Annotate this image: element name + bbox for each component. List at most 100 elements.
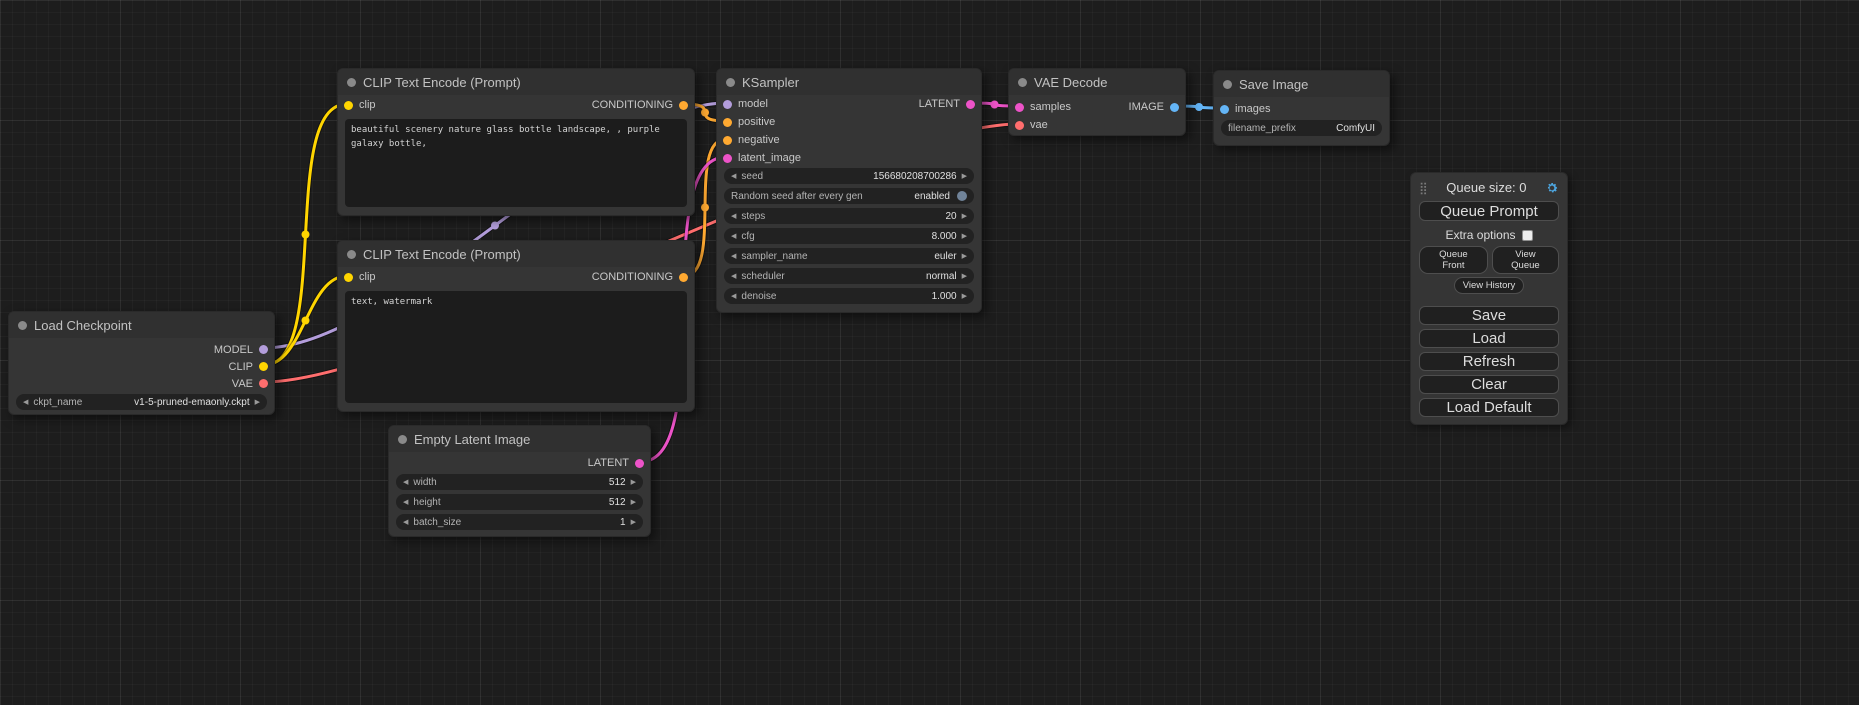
collapse-dot-icon[interactable] xyxy=(726,78,735,87)
decrement-arrow-icon[interactable]: ◀ xyxy=(23,399,28,406)
collapse-dot-icon[interactable] xyxy=(1018,78,1027,87)
collapse-dot-icon[interactable] xyxy=(398,435,407,444)
increment-arrow-icon[interactable]: ▶ xyxy=(962,273,967,280)
decrement-arrow-icon[interactable]: ◀ xyxy=(403,519,408,526)
output-slot-image[interactable] xyxy=(1170,103,1179,112)
node-clip-text-encode-negative[interactable]: CLIP Text Encode (Prompt) clip CONDITION… xyxy=(337,240,695,412)
widget-width[interactable]: ◀ width 512 ▶ xyxy=(396,474,643,490)
input-slot-model[interactable] xyxy=(723,100,732,109)
view-history-button[interactable]: View History xyxy=(1454,277,1525,294)
queue-prompt-button[interactable]: Queue Prompt xyxy=(1419,201,1559,221)
node-header[interactable]: KSampler xyxy=(717,69,981,95)
increment-arrow-icon[interactable]: ▶ xyxy=(962,233,967,240)
decrement-arrow-icon[interactable]: ◀ xyxy=(731,173,736,180)
widget-name: denoise xyxy=(741,291,776,302)
node-header[interactable]: CLIP Text Encode (Prompt) xyxy=(338,241,694,267)
output-label-clip: CLIP xyxy=(229,361,253,373)
input-slot-positive[interactable] xyxy=(723,118,732,127)
increment-arrow-icon[interactable]: ▶ xyxy=(962,173,967,180)
increment-arrow-icon[interactable]: ▶ xyxy=(631,499,636,506)
node-ksampler[interactable]: KSampler model LATENT positive xyxy=(716,68,982,313)
decrement-arrow-icon[interactable]: ◀ xyxy=(731,293,736,300)
positive-prompt-textarea[interactable]: beautiful scenery nature glass bottle la… xyxy=(345,119,687,207)
node-vae-decode[interactable]: VAE Decode samples IMAGE vae xyxy=(1008,68,1186,136)
increment-arrow-icon[interactable]: ▶ xyxy=(631,479,636,486)
drag-handle-icon[interactable]: ⣿ xyxy=(1419,181,1428,195)
decrement-arrow-icon[interactable]: ◀ xyxy=(731,213,736,220)
input-slot-clip[interactable] xyxy=(344,101,353,110)
refresh-button[interactable]: Refresh xyxy=(1419,352,1559,371)
node-title: VAE Decode xyxy=(1034,75,1107,90)
decrement-arrow-icon[interactable]: ◀ xyxy=(731,273,736,280)
widget-batch-size[interactable]: ◀ batch_size 1 ▶ xyxy=(396,514,643,530)
decrement-arrow-icon[interactable]: ◀ xyxy=(403,479,408,486)
decrement-arrow-icon[interactable]: ◀ xyxy=(731,233,736,240)
node-load-checkpoint[interactable]: Load Checkpoint MODEL CLIP VAE xyxy=(8,311,275,415)
widget-height[interactable]: ◀ height 512 ▶ xyxy=(396,494,643,510)
node-empty-latent-image[interactable]: Empty Latent Image LATENT ◀ width 512 ▶ … xyxy=(388,425,651,537)
toggle-dot-icon[interactable] xyxy=(957,191,967,201)
widget-ckpt-name[interactable]: ◀ ckpt_name v1-5-pruned-emaonly.ckpt ▶ xyxy=(16,394,267,410)
input-label-positive: positive xyxy=(738,116,775,128)
settings-gear-icon[interactable] xyxy=(1545,181,1559,195)
increment-arrow-icon[interactable]: ▶ xyxy=(962,213,967,220)
load-default-button[interactable]: Load Default xyxy=(1419,398,1559,417)
load-button[interactable]: Load xyxy=(1419,329,1559,348)
widget-cfg[interactable]: ◀ cfg 8.000 ▶ xyxy=(724,228,974,244)
collapse-dot-icon[interactable] xyxy=(18,321,27,330)
input-slot-images[interactable] xyxy=(1220,105,1229,114)
extra-options-checkbox[interactable] xyxy=(1522,230,1533,241)
input-slot-latent-image[interactable] xyxy=(723,154,732,163)
node-clip-text-encode-positive[interactable]: CLIP Text Encode (Prompt) clip CONDITION… xyxy=(337,68,695,216)
increment-arrow-icon[interactable]: ▶ xyxy=(962,293,967,300)
node-header[interactable]: Empty Latent Image xyxy=(389,426,650,452)
input-slot-vae[interactable] xyxy=(1015,121,1024,130)
node-header[interactable]: CLIP Text Encode (Prompt) xyxy=(338,69,694,95)
widget-name: Random seed after every gen xyxy=(731,191,863,202)
output-slot-model[interactable] xyxy=(259,345,268,354)
node-title: Load Checkpoint xyxy=(34,318,132,333)
node-save-image[interactable]: Save Image images filename_prefix ComfyU… xyxy=(1213,70,1390,146)
collapse-dot-icon[interactable] xyxy=(347,78,356,87)
view-queue-button[interactable]: View Queue xyxy=(1492,246,1559,274)
widget-sampler-name[interactable]: ◀ sampler_name euler ▶ xyxy=(724,248,974,264)
output-slot-clip[interactable] xyxy=(259,362,268,371)
queue-front-button[interactable]: Queue Front xyxy=(1419,246,1488,274)
output-slot-conditioning[interactable] xyxy=(679,273,688,282)
widget-value: normal xyxy=(926,271,957,282)
collapse-dot-icon[interactable] xyxy=(347,250,356,259)
widget-value: 156680208700286 xyxy=(873,171,956,182)
node-header[interactable]: VAE Decode xyxy=(1009,69,1185,95)
negative-prompt-textarea[interactable]: text, watermark xyxy=(345,291,687,403)
input-slot-samples[interactable] xyxy=(1015,103,1024,112)
output-slot-conditioning[interactable] xyxy=(679,101,688,110)
save-button[interactable]: Save xyxy=(1419,306,1559,325)
increment-arrow-icon[interactable]: ▶ xyxy=(631,519,636,526)
node-graph-canvas[interactable]: Load Checkpoint MODEL CLIP VAE xyxy=(0,0,1859,705)
widget-denoise[interactable]: ◀ denoise 1.000 ▶ xyxy=(724,288,974,304)
output-slot-latent[interactable] xyxy=(635,459,644,468)
input-slot-negative[interactable] xyxy=(723,136,732,145)
node-title: CLIP Text Encode (Prompt) xyxy=(363,75,521,90)
widget-scheduler[interactable]: ◀ scheduler normal ▶ xyxy=(724,268,974,284)
clear-button[interactable]: Clear xyxy=(1419,375,1559,394)
widget-seed-control[interactable]: Random seed after every gen enabled xyxy=(724,188,974,204)
output-slot-vae[interactable] xyxy=(259,379,268,388)
widget-value: 20 xyxy=(945,211,956,222)
widget-value: enabled xyxy=(914,191,950,202)
increment-arrow-icon[interactable]: ▶ xyxy=(255,399,260,406)
collapse-dot-icon[interactable] xyxy=(1223,80,1232,89)
increment-arrow-icon[interactable]: ▶ xyxy=(962,253,967,260)
widget-name: batch_size xyxy=(413,517,461,528)
widget-steps[interactable]: ◀ steps 20 ▶ xyxy=(724,208,974,224)
decrement-arrow-icon[interactable]: ◀ xyxy=(403,499,408,506)
output-label-image: IMAGE xyxy=(1129,101,1164,113)
decrement-arrow-icon[interactable]: ◀ xyxy=(731,253,736,260)
input-slot-clip[interactable] xyxy=(344,273,353,282)
widget-seed[interactable]: ◀ seed 156680208700286 ▶ xyxy=(724,168,974,184)
node-header[interactable]: Save Image xyxy=(1214,71,1389,97)
node-header[interactable]: Load Checkpoint xyxy=(9,312,274,338)
widget-filename-prefix[interactable]: filename_prefix ComfyUI xyxy=(1221,120,1382,136)
output-label-conditioning: CONDITIONING xyxy=(592,99,673,111)
output-slot-latent[interactable] xyxy=(966,100,975,109)
